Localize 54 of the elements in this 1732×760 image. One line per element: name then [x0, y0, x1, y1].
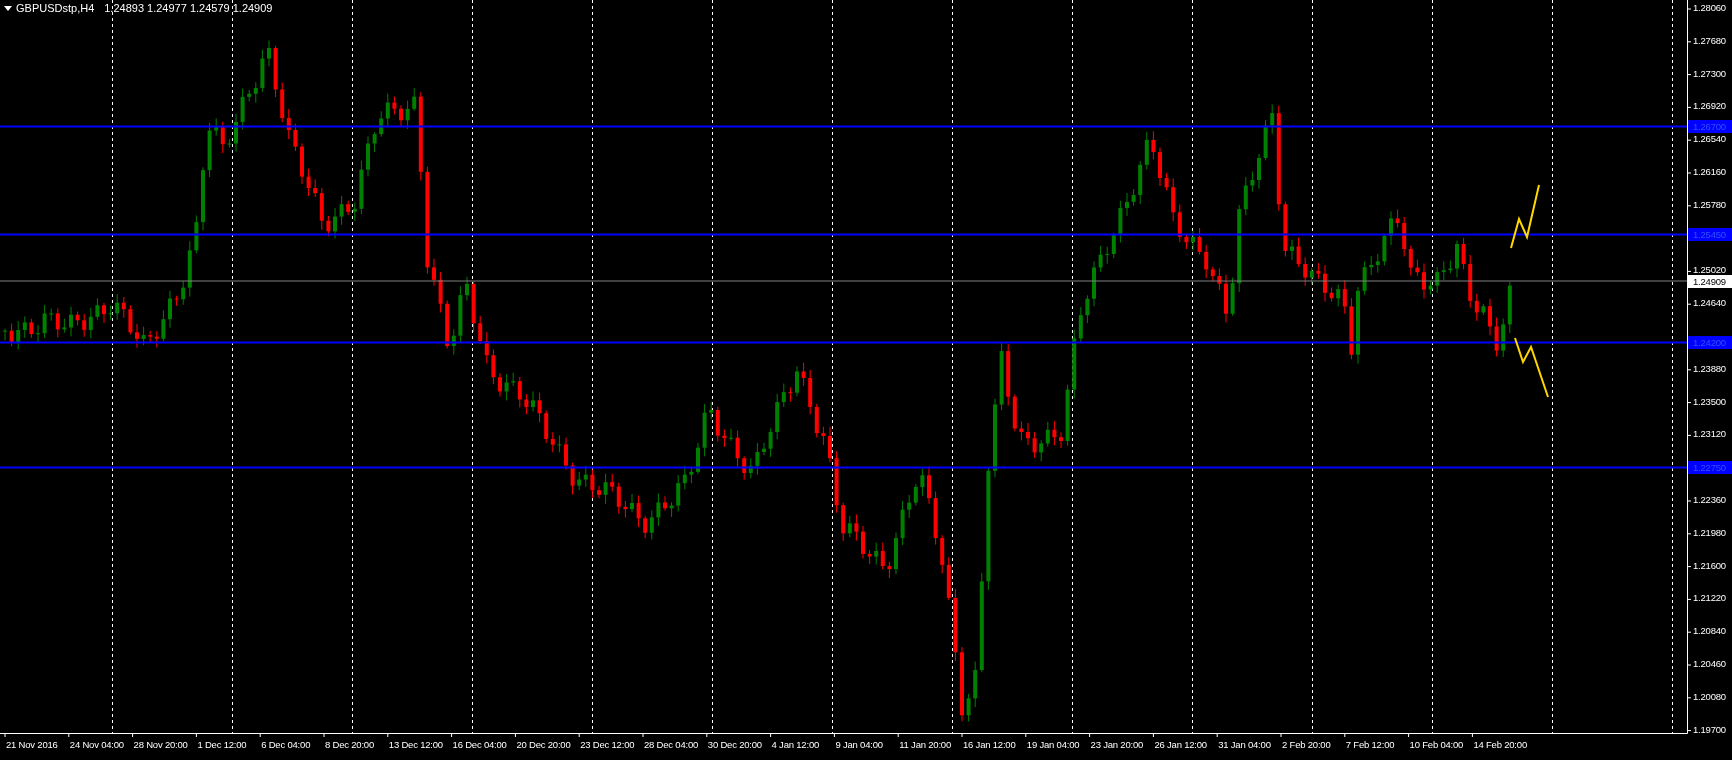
price-axis-label: 1.26920	[1693, 101, 1726, 111]
price-axis-label: 1.20460	[1693, 659, 1726, 669]
quote-values: 1.24893 1.24977 1.24579 1.24909	[104, 3, 273, 14]
time-axis-label: 26 Jan 12:00	[1154, 740, 1207, 750]
current-price-tag: 1.24909	[1688, 274, 1732, 288]
time-axis-label: 24 Nov 04:00	[69, 740, 124, 750]
time-axis-label: 9 Jan 04:00	[835, 740, 883, 750]
price-axis-label: 1.23880	[1693, 363, 1726, 374]
price-axis-label: 1.23500	[1693, 396, 1726, 407]
time-axis-label: 7 Feb 12:00	[1345, 740, 1395, 750]
price-axis-label: 1.23120	[1693, 429, 1726, 439]
time-axis-label: 28 Nov 20:00	[133, 740, 188, 750]
time-axis-label: 30 Dec 20:00	[707, 740, 762, 750]
price-axis-label: 1.27680	[1693, 35, 1726, 46]
time-axis-label: 4 Jan 12:00	[771, 740, 820, 750]
dropdown-triangle-icon[interactable]	[4, 6, 12, 11]
level-price-tag: 1.22750	[1688, 461, 1732, 475]
price-axis-label: 1.25780	[1693, 199, 1726, 210]
price-axis-label: 1.26160	[1693, 167, 1726, 177]
price-axis-label: 1.21220	[1693, 593, 1726, 603]
price-axis-label: 1.26540	[1693, 134, 1726, 144]
time-axis-label: 16 Jan 12:00	[963, 740, 1016, 750]
time-axis-label: 1 Dec 12:00	[197, 740, 247, 750]
time-axis-label: 20 Dec 20:00	[516, 740, 571, 750]
time-axis-label: 28 Dec 04:00	[644, 740, 699, 750]
price-axis-label: 1.28060	[1693, 3, 1726, 13]
price-axis-label: 1.24640	[1693, 298, 1726, 308]
price-axis-label: 1.20080	[1693, 691, 1726, 702]
level-price-tag: 1.25450	[1688, 228, 1732, 241]
price-axis-label: 1.27300	[1693, 68, 1726, 79]
level-price-tag: 1.26700	[1688, 120, 1732, 133]
time-axis-label: 21 Nov 2016	[6, 740, 58, 750]
time-axis-label: 14 Feb 20:00	[1473, 740, 1527, 750]
time-axis-label: 23 Dec 12:00	[580, 740, 635, 750]
time-axis-label: 13 Dec 12:00	[388, 740, 443, 750]
price-axis-label: 1.21600	[1693, 560, 1726, 571]
horizontal-level-line[interactable]	[0, 125, 1688, 128]
time-axis-label: 19 Jan 04:00	[1026, 740, 1080, 750]
price-axis-label: 1.25020	[1693, 265, 1726, 275]
time-axis-label: 31 Jan 04:00	[1218, 740, 1271, 750]
time-axis-label: 8 Dec 20:00	[325, 740, 375, 750]
time-axis-label: 16 Dec 04:00	[452, 740, 507, 750]
time-axis-label: 10 Feb 04:00	[1409, 740, 1464, 750]
time-axis-label: 11 Jan 20:00	[899, 740, 952, 750]
horizontal-level-line[interactable]	[0, 466, 1688, 469]
time-axis-label: 23 Jan 20:00	[1090, 740, 1144, 750]
price-axis-label: 1.20840	[1693, 626, 1726, 636]
price-axis-label: 1.21980	[1693, 527, 1726, 538]
price-axis-label: 1.22360	[1693, 495, 1726, 505]
time-axis-label: 6 Dec 04:00	[261, 740, 311, 750]
price-axis-label: 1.19700	[1693, 724, 1726, 735]
level-price-tag: 1.24200	[1688, 335, 1732, 349]
time-axis-label: 2 Feb 20:00	[1282, 740, 1331, 750]
symbol-label: GBPUSDstp,H4	[16, 3, 95, 14]
